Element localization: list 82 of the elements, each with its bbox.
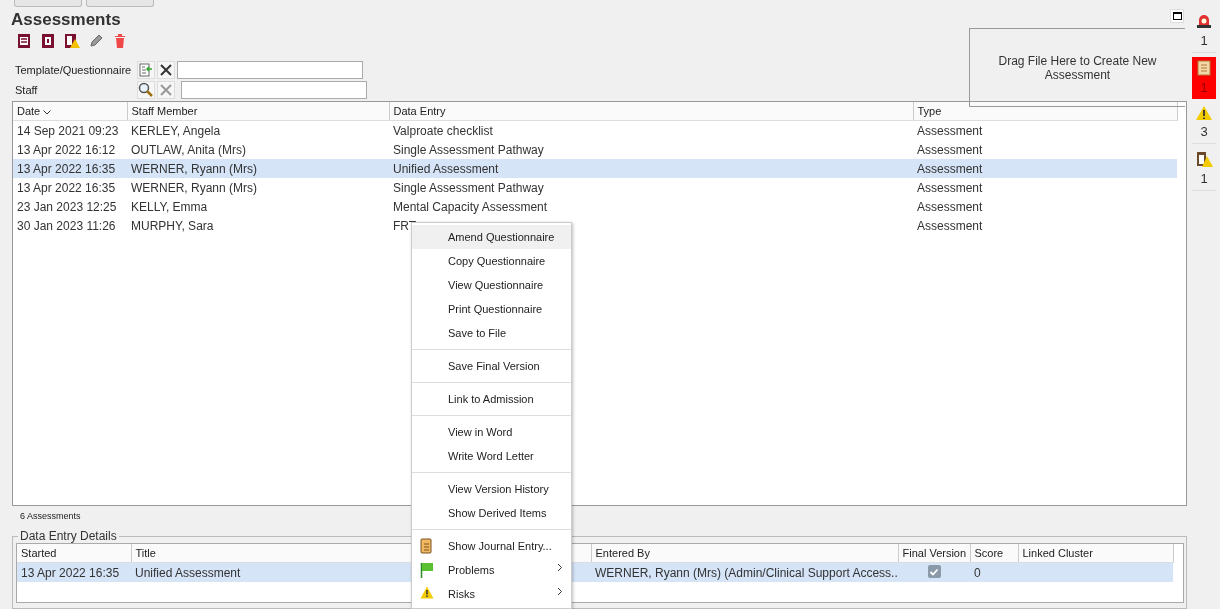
alarm-light-icon[interactable] [1195, 12, 1213, 30]
filter-field[interactable] [177, 61, 363, 79]
filter-label: Staff [15, 84, 39, 96]
table-cell: Assessment [913, 120, 1177, 140]
menu-item[interactable]: Write Word Letter [412, 444, 571, 468]
table-cell-text: 30 Jan 2023 11:26 [16, 217, 117, 235]
trash-icon[interactable] [112, 33, 128, 49]
document-warning-icon[interactable] [1195, 150, 1213, 168]
table-cell: WERNER, Ryann (Mrs) [127, 159, 389, 178]
flag-icon [420, 562, 434, 578]
group-title: Data Entry Details [19, 529, 118, 543]
table-cell: Assessment [913, 159, 1177, 178]
table-row[interactable]: 23 Jan 2023 12:25 KELLY, Emma Mental Capacity Assessment Assessment [13, 197, 1177, 216]
column-header[interactable]: Linked Cluster [1018, 544, 1173, 563]
table-cell: Single Assessment Pathway [389, 178, 913, 197]
table-row[interactable]: 13 Apr 2022 16:35 WERNER, Ryann (Mrs) Single Assessment Pathway Assessment [13, 178, 1177, 197]
table-cell: Valproate checklist [389, 120, 913, 140]
table-cell-text: KELLY, Emma [130, 198, 209, 216]
menu-item[interactable]: Save Final Version [412, 354, 571, 378]
menu-item[interactable]: Amend Questionnaire [412, 225, 571, 249]
table-cell: WERNER, Ryann (Mrs) (Admin/Clinical Support Access.. [591, 562, 898, 582]
menu-item[interactable]: Copy Questionnaire [412, 249, 571, 273]
table-cell-text: 23 Jan 2023 12:25 [16, 198, 118, 216]
alert-badge[interactable]: 1 [1192, 10, 1216, 53]
table-cell: Assessment [913, 178, 1177, 197]
clear-button[interactable] [157, 61, 175, 79]
warning-icon [420, 586, 434, 599]
column-header[interactable]: Staff Member [127, 102, 389, 121]
table-cell: 13 Apr 2022 16:35 [13, 178, 127, 197]
table-row[interactable]: 13 Apr 2022 16:12 OUTLAW, Anita (Mrs) Single Assessment Pathway Assessment [13, 140, 1177, 159]
column-header[interactable]: Score [970, 544, 1018, 563]
menu-item[interactable]: Show Derived Items [412, 501, 571, 525]
column-header[interactable]: Entered By [591, 544, 898, 563]
maximize-button[interactable] [1170, 9, 1184, 23]
column-header[interactable]: Type [913, 102, 1177, 121]
table-cell: KERLEY, Angela [127, 120, 389, 140]
warning-icon[interactable] [1195, 105, 1213, 121]
table-cell: Single Assessment Pathway [389, 140, 913, 159]
report-icon[interactable] [16, 33, 32, 49]
alert-count: 1 [1200, 33, 1208, 48]
search-button[interactable] [137, 81, 155, 99]
filter-field[interactable] [181, 81, 367, 99]
document-icon[interactable] [40, 33, 56, 49]
table-cell: 13 Apr 2022 16:35 [17, 562, 131, 582]
filter-label: Template/Questionnaire [15, 64, 133, 76]
warning-document-icon[interactable] [64, 33, 80, 49]
table-cell: WERNER, Ryann (Mrs) [127, 178, 389, 197]
alert-badge[interactable]: 1 [1192, 148, 1216, 191]
column-header[interactable]: Started [17, 544, 131, 563]
alert-count: 1 [1200, 171, 1208, 186]
column-header[interactable]: Data Entry [389, 102, 913, 121]
alert-badge[interactable]: 3 [1192, 103, 1216, 144]
table-cell: Unified Assessment [389, 159, 913, 178]
menu-item[interactable]: Save to File [412, 321, 571, 345]
column-header[interactable]: Date [13, 102, 127, 121]
menu-item[interactable]: Link to Admission [412, 387, 571, 411]
table-cell-text: Mental Capacity Assessment [392, 198, 549, 216]
table-cell: OUTLAW, Anita (Mrs) [127, 140, 389, 159]
journal-icon [420, 538, 432, 554]
menu-item[interactable]: View Questionnaire [412, 273, 571, 297]
table-cell: 0 [970, 562, 1018, 582]
sort-caret-icon [43, 109, 52, 115]
table-cell-text: Assessment [916, 217, 984, 235]
table-cell: 13 Apr 2022 16:12 [13, 140, 127, 159]
menu-item[interactable]: View in Word [412, 420, 571, 444]
table-cell: 13 Apr 2022 16:35 [13, 159, 127, 178]
table-row[interactable]: 14 Sep 2021 09:23 KERLEY, Angela Valproate checklist Assessment [13, 120, 1177, 140]
table-cell-text: MURPHY, Sara [130, 217, 215, 235]
menu-item[interactable]: Print Questionnaire [412, 297, 571, 321]
panel-title: Assessments [11, 10, 121, 30]
alert-count: 3 [1200, 124, 1208, 139]
alert-count: 1 [1200, 80, 1208, 95]
table-row[interactable]: 13 Apr 2022 16:35 WERNER, Ryann (Mrs) Unified Assessment Assessment [13, 159, 1177, 178]
scroll-icon[interactable] [1195, 59, 1213, 77]
table-cell-text: Assessment [916, 198, 984, 216]
table-cell: 14 Sep 2021 09:23 [13, 120, 127, 140]
menu-item[interactable]: Risks [412, 582, 571, 606]
table-cell: Assessment [913, 140, 1177, 159]
menu-item[interactable]: View Version History [412, 477, 571, 501]
column-header[interactable]: Final Version [898, 544, 970, 563]
pencil-icon[interactable] [88, 33, 104, 49]
record-count: 6 Assessments [20, 511, 81, 523]
